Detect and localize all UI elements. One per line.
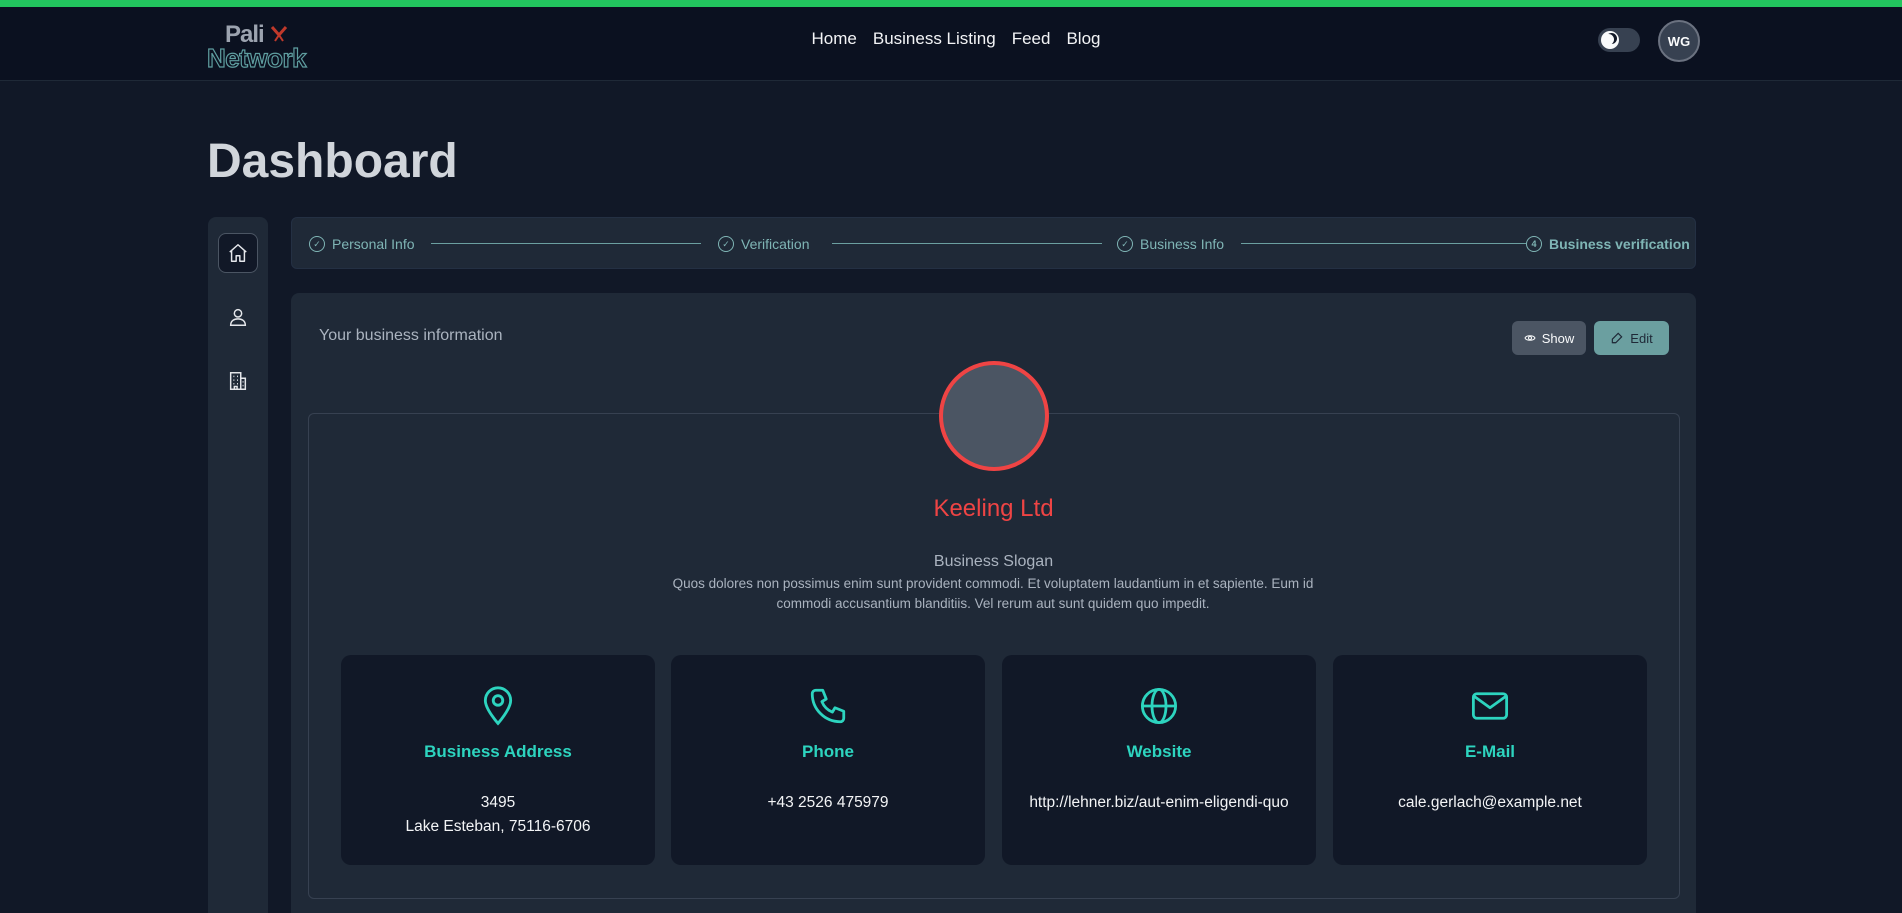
step-personal-info[interactable]: ✓ Personal Info xyxy=(309,218,415,270)
eye-icon xyxy=(1524,335,1536,341)
info-card-title: Business Address xyxy=(424,742,572,761)
phone-icon xyxy=(810,688,846,724)
show-button-label: Show xyxy=(1541,330,1575,346)
sidebar-item-profile[interactable] xyxy=(218,297,258,337)
business-description: Quos dolores non possimus enim sunt prov… xyxy=(672,576,1314,611)
business-logo-avatar xyxy=(939,361,1049,471)
nav-blog[interactable]: Blog xyxy=(1066,29,1100,49)
address-line-1: 3495 xyxy=(480,794,516,811)
sidebar-item-business[interactable] xyxy=(218,361,258,401)
nav-home[interactable]: Home xyxy=(812,29,857,49)
check-circle-icon: ✓ xyxy=(718,236,734,252)
business-slogan-label: Business Slogan xyxy=(933,553,1054,570)
home-icon xyxy=(229,244,247,262)
theme-toggle[interactable] xyxy=(1598,28,1640,52)
moon-icon xyxy=(1601,31,1619,49)
sidebar xyxy=(208,217,268,913)
business-name: Keeling Ltd xyxy=(933,495,1054,522)
info-card-address: Business Address 3495 Lake Esteban, 7511… xyxy=(341,655,655,865)
show-button[interactable]: Show xyxy=(1512,321,1586,355)
step-label: Business Info xyxy=(1140,236,1225,252)
info-card-value[interactable]: http://lehner.biz/aut-enim-eligendi-quo xyxy=(1022,791,1296,815)
page-title: Dashboard xyxy=(207,135,458,188)
check-circle-icon: ✓ xyxy=(1117,236,1133,252)
info-card-value: 3495 Lake Esteban, 75116-6706 xyxy=(361,791,635,839)
user-avatar[interactable]: WG xyxy=(1658,20,1700,62)
step-label: Personal Info xyxy=(332,236,415,252)
progress-stepper: ✓ Personal Info ✓ Verification ✓ Busines… xyxy=(291,217,1696,269)
info-card-title: Phone xyxy=(802,742,854,761)
info-card-value[interactable]: cale.gerlach@example.net xyxy=(1353,791,1627,815)
info-card-email: E-Mail cale.gerlach@example.net xyxy=(1333,655,1647,865)
step-business-verification[interactable]: 4 Business verification xyxy=(1526,218,1690,270)
building-icon xyxy=(229,372,247,390)
map-pin-icon xyxy=(483,686,513,726)
step-label: Verification xyxy=(741,236,810,252)
globe-icon xyxy=(1140,687,1178,725)
step-verification[interactable]: ✓ Verification xyxy=(718,218,809,270)
nav-feed[interactable]: Feed xyxy=(1012,29,1051,49)
sidebar-item-home[interactable] xyxy=(218,233,258,273)
info-card-title: Website xyxy=(1126,742,1192,761)
business-info-card: Your business information Show Edit Keel… xyxy=(291,293,1696,913)
step-label: Business verification xyxy=(1549,236,1690,252)
info-card-phone: Phone +43 2526 475979 xyxy=(671,655,985,865)
user-icon xyxy=(229,308,247,326)
mail-icon xyxy=(1471,692,1509,720)
edit-icon xyxy=(1612,332,1623,344)
info-card-website: Website http://lehner.biz/aut-enim-elige… xyxy=(1002,655,1316,865)
edit-button[interactable]: Edit xyxy=(1594,321,1669,355)
info-card-value: +43 2526 475979 xyxy=(767,794,889,811)
card-title: Your business information xyxy=(319,327,503,344)
step-number-badge: 4 xyxy=(1526,236,1542,252)
edit-button-label: Edit xyxy=(1630,330,1653,346)
info-card-title: E-Mail xyxy=(1464,742,1516,761)
step-connector xyxy=(1241,243,1526,244)
top-accent-bar xyxy=(0,0,1902,7)
step-connector xyxy=(832,243,1102,244)
address-line-2: Lake Esteban, 75116-6706 xyxy=(405,818,591,835)
check-circle-icon: ✓ xyxy=(309,236,325,252)
step-connector xyxy=(431,243,701,244)
step-business-info[interactable]: ✓ Business Info xyxy=(1117,218,1224,270)
nav-business-listing[interactable]: Business Listing xyxy=(873,29,996,49)
